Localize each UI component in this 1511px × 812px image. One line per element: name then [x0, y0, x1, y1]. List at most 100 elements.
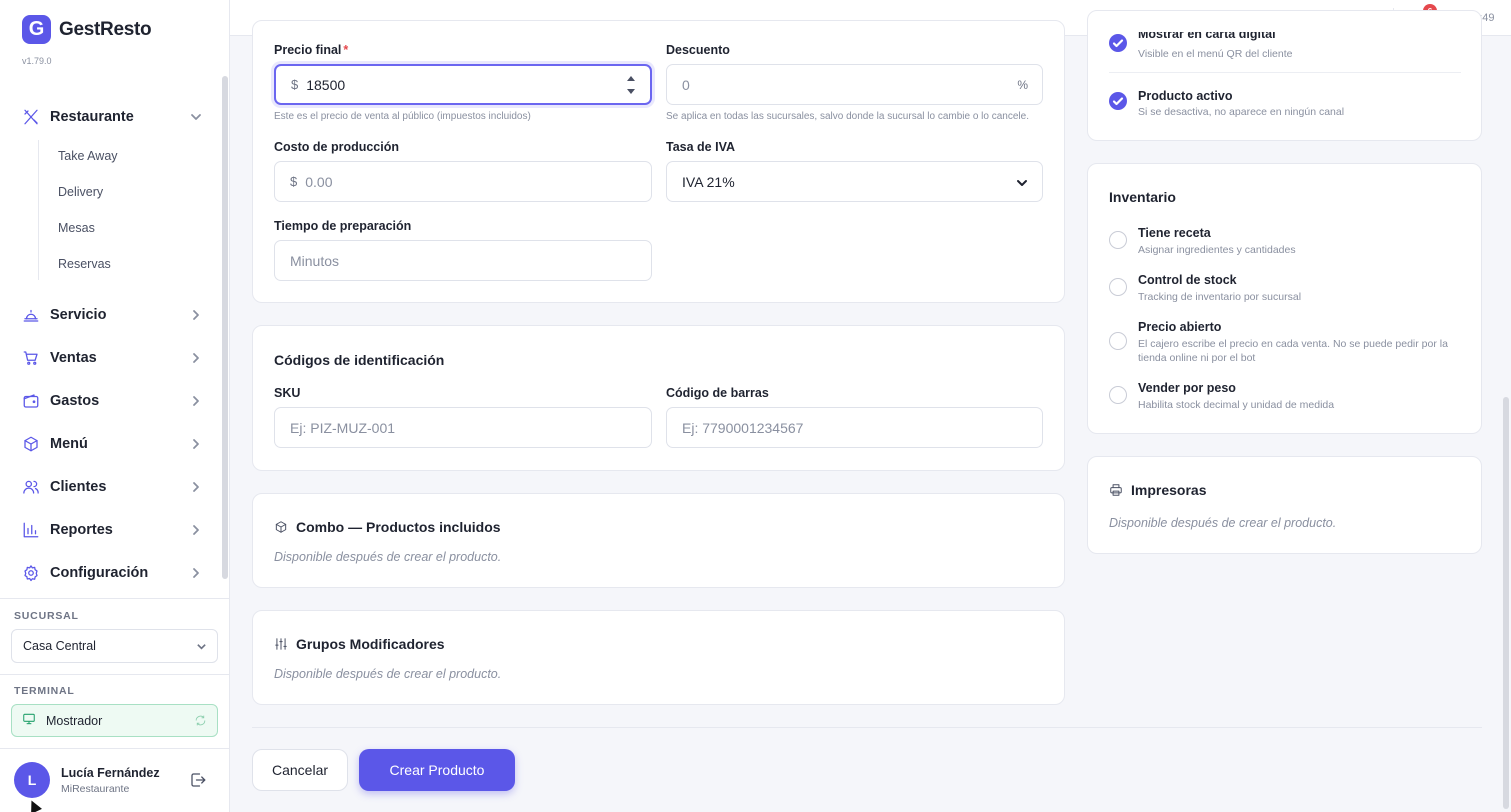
- users-icon: [22, 478, 40, 496]
- sidebar-item-label: Gastos: [50, 393, 100, 409]
- logout-icon[interactable]: [189, 771, 207, 794]
- barcode-placeholder: Ej: 7790001234567: [682, 419, 804, 436]
- cancel-button[interactable]: Cancelar: [252, 749, 348, 791]
- mouse-cursor-icon: [26, 798, 42, 812]
- chevron-right-icon: [190, 524, 202, 536]
- sidebar-item-ventas[interactable]: Ventas: [22, 346, 202, 370]
- chevron-right-icon: [190, 438, 202, 450]
- chevron-right-icon: [190, 309, 202, 321]
- barcode-input[interactable]: Ej: 7790001234567: [666, 407, 1043, 448]
- sidebar-item-gastos[interactable]: Gastos: [22, 389, 202, 413]
- recipe-title: Tiene receta: [1138, 226, 1211, 240]
- discount-input[interactable]: 0 %: [666, 64, 1043, 105]
- chevron-right-icon: [190, 352, 202, 364]
- sku-placeholder: Ej: PIZ-MUZ-001: [290, 419, 396, 436]
- chevron-down-icon: [190, 111, 202, 123]
- subnav-item-reservas[interactable]: Reservas: [58, 257, 111, 271]
- vat-select[interactable]: IVA 21%: [666, 161, 1043, 202]
- cart-icon: [22, 349, 40, 367]
- printers-card: Impresoras Disponible después de crear e…: [1087, 456, 1482, 554]
- sidebar-item-servicio[interactable]: Servicio: [22, 303, 202, 327]
- option-divider: [1109, 72, 1461, 73]
- visibility-card: Mostrar en carta digital Visible en el m…: [1087, 10, 1482, 141]
- terminal-selector[interactable]: Mostrador: [11, 704, 218, 737]
- active-product-checkbox[interactable]: [1109, 92, 1127, 110]
- combo-card-title: Combo — Productos incluidos: [274, 519, 501, 535]
- subnav-item-mesas[interactable]: Mesas: [58, 221, 95, 235]
- sidebar-item-configuracion[interactable]: Configuración: [22, 561, 202, 585]
- bar-chart-icon: [22, 521, 40, 539]
- currency-prefix: $: [290, 174, 298, 189]
- chevron-right-icon: [190, 395, 202, 407]
- combo-card: Combo — Productos incluidos Disponible d…: [252, 493, 1065, 588]
- subnav-item-delivery[interactable]: Delivery: [58, 185, 103, 199]
- sidebar-item-reportes[interactable]: Reportes: [22, 518, 202, 542]
- branch-select-value: Casa Central: [23, 639, 96, 653]
- wallet-icon: [22, 392, 40, 410]
- branch-select[interactable]: Casa Central: [11, 629, 218, 663]
- digital-menu-title: Mostrar en carta digital: [1138, 27, 1276, 41]
- final-price-value: 18500: [306, 76, 346, 93]
- final-price-label: Precio final *: [274, 43, 349, 57]
- sidebar-item-label: Reportes: [50, 522, 113, 538]
- user-name: Lucía Fernández: [61, 766, 160, 780]
- codes-card: Códigos de identificación SKU Ej: PIZ-MU…: [252, 325, 1065, 471]
- sidebar-item-menu[interactable]: Menú: [22, 432, 202, 456]
- sidebar-item-clientes[interactable]: Clientes: [22, 475, 202, 499]
- avatar[interactable]: L: [14, 762, 50, 798]
- chevron-down-icon: [1016, 176, 1028, 192]
- open-price-title: Precio abierto: [1138, 320, 1222, 334]
- gear-icon: [22, 564, 40, 582]
- chevron-right-icon: [190, 481, 202, 493]
- percent-suffix: %: [1017, 77, 1028, 92]
- number-stepper[interactable]: [627, 76, 636, 94]
- final-price-input[interactable]: $ 18500: [274, 64, 652, 105]
- chevron-down-icon: [196, 641, 207, 655]
- active-product-title: Producto activo: [1138, 89, 1233, 103]
- codes-card-title: Códigos de identificación: [274, 352, 445, 368]
- sidebar-item-restaurante[interactable]: Restaurante: [22, 105, 202, 129]
- printers-card-title: Impresoras: [1109, 482, 1206, 498]
- open-price-radio[interactable]: [1109, 332, 1127, 350]
- app-version: v1.79.0: [22, 56, 52, 66]
- sell-by-weight-radio[interactable]: [1109, 386, 1127, 404]
- prep-time-input[interactable]: Minutos: [274, 240, 652, 281]
- refresh-icon[interactable]: [194, 714, 207, 730]
- digital-menu-checkbox[interactable]: [1109, 34, 1127, 52]
- stock-control-title: Control de stock: [1138, 273, 1237, 287]
- cost-label: Costo de producción: [274, 140, 399, 154]
- modifiers-card-title: Grupos Modificadores: [274, 636, 445, 652]
- chevron-right-icon: [190, 567, 202, 579]
- prep-time-placeholder: Minutos: [290, 252, 340, 269]
- brand-logo: G: [22, 15, 51, 44]
- inventory-card-title: Inventario: [1109, 189, 1176, 205]
- sell-by-weight-title: Vender por peso: [1138, 381, 1236, 395]
- brand[interactable]: G GestResto: [22, 15, 152, 44]
- sku-label: SKU: [274, 386, 301, 400]
- recipe-desc: Asignar ingredientes y cantidades: [1138, 244, 1296, 256]
- sidebar-divider: [0, 748, 229, 749]
- discount-hint: Se aplica en todas las sucursales, salvo…: [666, 111, 1029, 122]
- sidebar-item-label: Menú: [50, 436, 88, 452]
- discount-value: 0: [682, 76, 690, 93]
- terminal-section-label: TERMINAL: [14, 685, 75, 697]
- sidebar-item-label: Restaurante: [50, 109, 134, 125]
- branch-section-label: SUCURSAL: [14, 610, 79, 622]
- sidebar-item-label: Configuración: [50, 565, 149, 581]
- sku-input[interactable]: Ej: PIZ-MUZ-001: [274, 407, 652, 448]
- sidebar-divider: [0, 598, 229, 599]
- utensils-icon: [22, 108, 40, 126]
- user-organization: MiRestaurante: [61, 783, 130, 795]
- subnav-item-take-away[interactable]: Take Away: [58, 149, 118, 163]
- box-icon: [22, 435, 40, 453]
- sidebar-scrollbar[interactable]: [222, 76, 228, 579]
- create-product-button[interactable]: Crear Producto: [359, 749, 515, 791]
- stock-control-radio[interactable]: [1109, 278, 1127, 296]
- vat-label: Tasa de IVA: [666, 140, 736, 154]
- sell-by-weight-desc: Habilita stock decimal y unidad de medid…: [1138, 399, 1335, 411]
- printers-note: Disponible después de crear el producto.: [1109, 516, 1337, 530]
- sidebar-item-label: Ventas: [50, 350, 97, 366]
- recipe-radio[interactable]: [1109, 231, 1127, 249]
- cost-input[interactable]: $ 0.00: [274, 161, 652, 202]
- main-scrollbar[interactable]: [1503, 397, 1509, 809]
